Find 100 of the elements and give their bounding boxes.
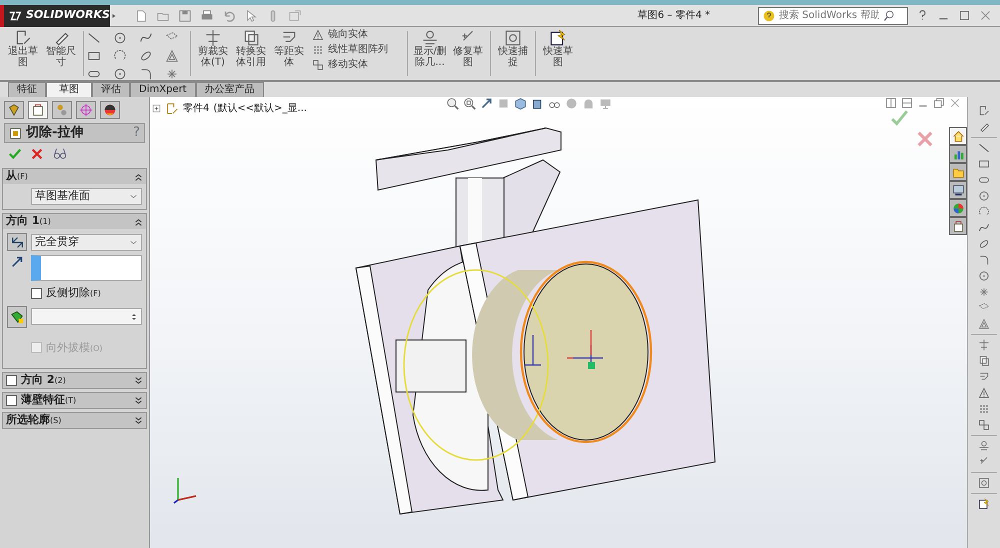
tab[interactable]: 草图 [46,82,92,97]
arc-tool-icon[interactable] [978,206,990,218]
ok-check-icon[interactable] [8,147,22,161]
circle-tool-icon[interactable] [113,31,127,45]
checkbox-label[interactable]: 反侧切除(F) [46,285,101,302]
custom-properties-tab[interactable] [949,217,967,235]
ribbon-command[interactable]: 线性草图阵列 [328,42,388,57]
reverse-direction-button[interactable] [7,233,27,251]
close-icon[interactable] [979,9,992,22]
tree-item-name[interactable]: 零件4 [183,101,210,116]
convert-tool-icon[interactable] [978,355,990,367]
move-tool-icon[interactable] [978,419,990,431]
move-icon[interactable] [312,58,324,70]
relation-tool-icon[interactable] [978,440,990,452]
tab[interactable]: 特征 [8,82,46,97]
mirror-tool-icon[interactable] [978,387,990,399]
maximize-icon[interactable] [958,9,971,22]
point-tool-icon[interactable] [165,67,179,81]
zoom-fit-icon[interactable] [446,97,459,110]
appearances-tab[interactable] [949,199,967,217]
checkbox[interactable] [31,288,42,299]
rapid-icon [549,29,567,47]
line-tool-icon[interactable] [87,31,101,45]
chart-tab[interactable] [949,145,967,163]
folder-tab[interactable] [949,163,967,181]
rect-tool-icon[interactable] [87,49,101,63]
trim-icon [204,29,222,47]
collapse-chevron-icon[interactable] [134,172,143,182]
checkbox[interactable] [6,375,17,386]
snap-tool-icon[interactable] [978,477,990,489]
ribbon-button[interactable]: 修复草图 [449,27,487,70]
expand-plus-icon[interactable] [152,104,161,113]
save-icon[interactable] [178,8,192,22]
property-manager-tab[interactable] [28,101,48,119]
pattern-icon[interactable] [312,44,324,56]
dropdown[interactable]: 草图基准面 [31,188,142,205]
restore-icon[interactable] [933,97,945,109]
home-icon [952,130,964,142]
appearances-icon [952,202,964,214]
line-tool-icon[interactable] [978,142,990,154]
point-tool-icon[interactable] [978,286,990,298]
crosshair-icon [79,103,93,117]
ribbon-button[interactable]: 显示/删除几... [411,27,449,70]
rapid-tool-icon[interactable] [978,498,990,510]
mirror-icon[interactable] [312,28,324,40]
feature-icon [9,126,22,140]
arc-tool-icon[interactable] [113,49,127,63]
print-icon[interactable] [200,8,214,22]
expand-chevron-icon[interactable] [134,376,143,386]
search-icon[interactable] [883,10,895,22]
checkbox[interactable] [6,395,17,406]
select-cursor-icon[interactable] [244,8,258,22]
home-tab[interactable] [949,127,967,145]
zoom-area-icon[interactable] [463,97,476,110]
spline-tool-icon[interactable] [978,222,990,234]
preview-glasses-icon[interactable] [52,147,68,161]
ribbon-button[interactable]: 快速捕捉 [494,27,532,70]
fillet-tool-icon[interactable] [139,67,153,81]
ribbon-button[interactable]: 剪裁实体(T) [194,27,232,70]
tab[interactable]: 办公室产品 [196,82,264,97]
previous-view-icon[interactable] [480,97,493,110]
ribbon-command[interactable]: 镜向实体 [328,27,368,42]
ribbon-button[interactable]: 退出草图 [4,27,42,70]
circle-tool-icon[interactable] [978,270,990,282]
view-palette-tab[interactable] [949,181,967,199]
tab[interactable]: DimXpert [130,82,196,97]
display-style-icon[interactable] [531,97,544,110]
ribbon-button[interactable]: 快速草图 [539,27,577,70]
dropdown[interactable]: 完全贯穿 [31,234,142,250]
feature-tree-tab[interactable] [4,101,24,119]
close-icon[interactable] [949,97,961,109]
tab[interactable]: 评估 [92,82,130,97]
display-tab[interactable] [100,101,120,119]
feature-title: 切除-拉伸 [26,124,84,142]
expand-chevron-icon[interactable] [134,416,143,426]
tile-horizontal-icon[interactable] [885,97,897,109]
ribbon-command[interactable]: 移动实体 [328,57,368,72]
ribbon-button[interactable]: 等距实体 [270,27,308,70]
new-document-icon[interactable] [134,8,148,22]
rect-tool-icon[interactable] [978,158,990,170]
trim-tool-icon[interactable] [978,339,990,351]
clipboard-icon [31,103,45,117]
fillet-tool-icon[interactable] [978,254,990,266]
pattern-tool-icon[interactable] [978,403,990,415]
sketch-tool-icon[interactable] [978,105,990,117]
section-title: 方向 1(1) [6,213,51,230]
ribbon-button[interactable]: 转换实体引用 [232,27,270,70]
draft-icon [10,310,24,324]
dim-tool-icon[interactable] [978,121,990,133]
ellipse-tool-icon[interactable] [978,238,990,250]
view-settings-icon[interactable] [599,97,612,110]
collapse-chevron-icon[interactable] [134,216,143,226]
ribbon-button[interactable]: 智能尺寸 [42,27,80,70]
tile-vertical-icon[interactable] [901,97,913,109]
draft-button[interactable] [7,306,27,328]
circle-tool-icon[interactable] [978,190,990,202]
circle-tool-icon[interactable] [113,67,127,81]
ellipse-tool-icon[interactable] [139,49,153,63]
cancel-icon[interactable] [30,147,44,161]
expand-chevron-icon[interactable] [134,396,143,406]
